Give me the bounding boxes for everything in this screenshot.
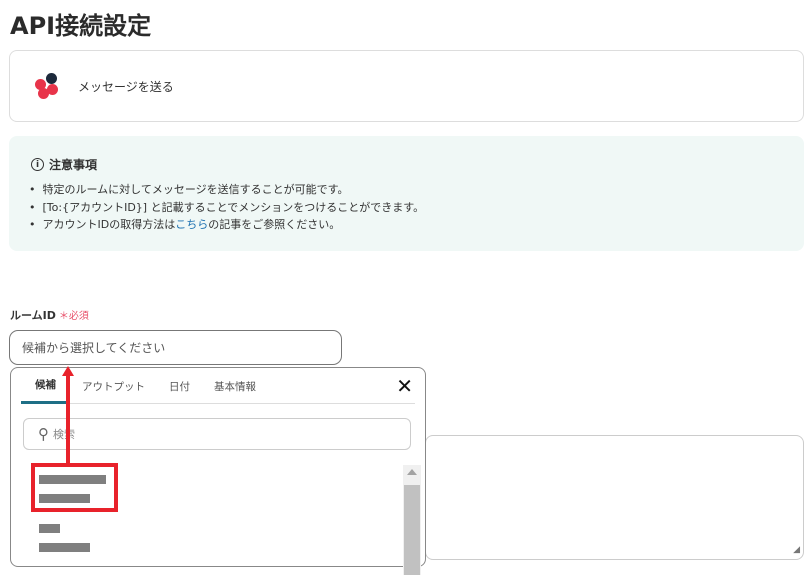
info-icon: i	[31, 158, 44, 171]
notice-text: アカウントIDの取得方法は	[42, 218, 176, 231]
search-icon: ⚲	[38, 425, 49, 443]
scrollbar-thumb[interactable]	[404, 485, 420, 575]
room-id-label: ルームID ＊必須	[10, 307, 89, 323]
notice-item: 特定のルームに対してメッセージを送信することが可能です。	[31, 181, 804, 199]
resize-handle-icon[interactable]: ◢	[793, 545, 800, 555]
required-badge: ＊必須	[58, 311, 89, 322]
notice-item: アカウントIDの取得方法はこちらの記事をご参照ください。	[31, 216, 804, 234]
scrollbar[interactable]	[403, 465, 421, 575]
room-id-input[interactable]: 候補から選択してください	[9, 330, 342, 365]
message-textarea[interactable]: ◢	[425, 435, 804, 560]
close-icon[interactable]: ✕	[396, 374, 413, 398]
list-item[interactable]	[39, 524, 90, 562]
page-title: API接続設定	[10, 12, 152, 40]
article-link[interactable]: こちら	[175, 218, 208, 231]
tab-output[interactable]: アウトプット	[70, 368, 157, 404]
app-action-card: メッセージを送る	[9, 50, 804, 122]
scroll-up-icon[interactable]	[407, 469, 417, 475]
arrow-annotation	[66, 374, 70, 464]
notice-text: の記事をご参照ください。	[208, 218, 341, 231]
tab-date[interactable]: 日付	[157, 368, 202, 404]
notice-item: [To:{アカウントID}] と記載することでメンションをつけることができます。	[31, 199, 804, 217]
arrow-head-icon	[62, 366, 74, 376]
chatwork-logo-icon	[34, 73, 60, 99]
notice-box: i 注意事項 特定のルームに対してメッセージを送信することが可能です。 [To:{…	[9, 136, 804, 251]
action-label: メッセージを送る	[78, 79, 174, 94]
notice-heading: 注意事項	[49, 158, 98, 172]
search-input[interactable]: ⚲ 検索	[23, 418, 411, 450]
label-text: ルームID	[10, 309, 56, 322]
tab-basic-info[interactable]: 基本情報	[202, 368, 268, 404]
highlight-annotation	[31, 463, 118, 512]
search-placeholder: 検索	[53, 428, 75, 441]
